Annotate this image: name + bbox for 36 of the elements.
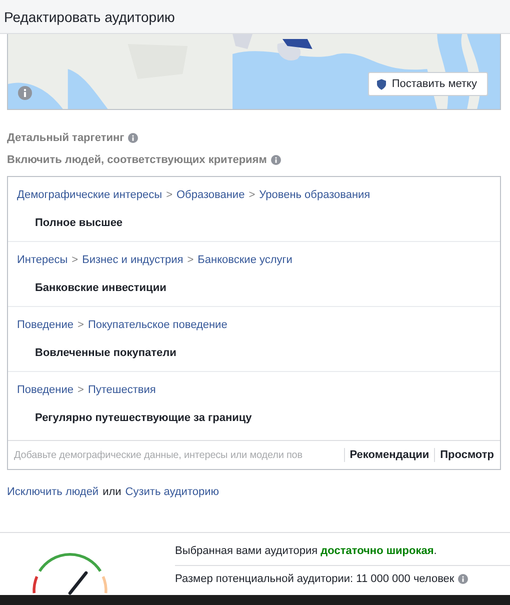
category-link[interactable]: Поведение (17, 384, 74, 396)
criterion-item: Банковские инвестиции (34, 281, 168, 296)
criterion-item: Полное высшее (34, 216, 124, 231)
section-label: Включить людей, соответствующих критериям (7, 154, 267, 166)
dialog-title: Редактировать аудиторию (4, 8, 175, 24)
category-link[interactable]: Банковские услуги (198, 254, 292, 266)
info-icon[interactable] (458, 574, 468, 584)
joiner-text: или (102, 486, 122, 498)
recommendations-link[interactable]: Рекомендации (350, 449, 430, 461)
criterion-item: Вовлеченные покупатели (34, 346, 178, 361)
separator-text: > (248, 189, 256, 201)
info-icon[interactable] (18, 86, 32, 100)
separator-text: > (72, 254, 78, 266)
category-link[interactable]: Путешествия (88, 384, 156, 396)
info-icon[interactable] (270, 155, 281, 165)
audience-size: Размер потенциальной аудитории: 11 000 000 человек (175, 573, 454, 585)
exclude-link[interactable]: Исключить людей (7, 486, 99, 498)
category-link[interactable]: Демографические интересы (17, 189, 162, 201)
gauge-needle (68, 571, 88, 595)
category-link[interactable]: Поведение (17, 319, 74, 331)
category-link[interactable]: Бизнес и индустрия (82, 254, 184, 266)
category-link[interactable]: Покупательское поведение (88, 319, 228, 331)
browse-link[interactable]: Просмотр (440, 449, 494, 461)
section-label: Детальный таргетинг (7, 132, 124, 144)
narrow-link[interactable]: Сузить аудиторию (125, 486, 219, 498)
category-link[interactable]: Уровень образования (259, 189, 370, 201)
drop-pin-button[interactable]: Поставить метку (368, 72, 488, 96)
separator-text: > (78, 319, 84, 331)
separator-text: > (166, 189, 172, 201)
info-icon[interactable] (128, 133, 138, 143)
audience-summary: Выбранная вами аудитория достаточно широкая. (175, 545, 510, 566)
category-link[interactable]: Интересы (17, 254, 68, 266)
category-link[interactable]: Образование (176, 189, 245, 201)
criterion-item: Регулярно путешествующие за границу (34, 411, 253, 426)
separator-text: > (187, 254, 194, 266)
separator-text: > (78, 384, 84, 396)
